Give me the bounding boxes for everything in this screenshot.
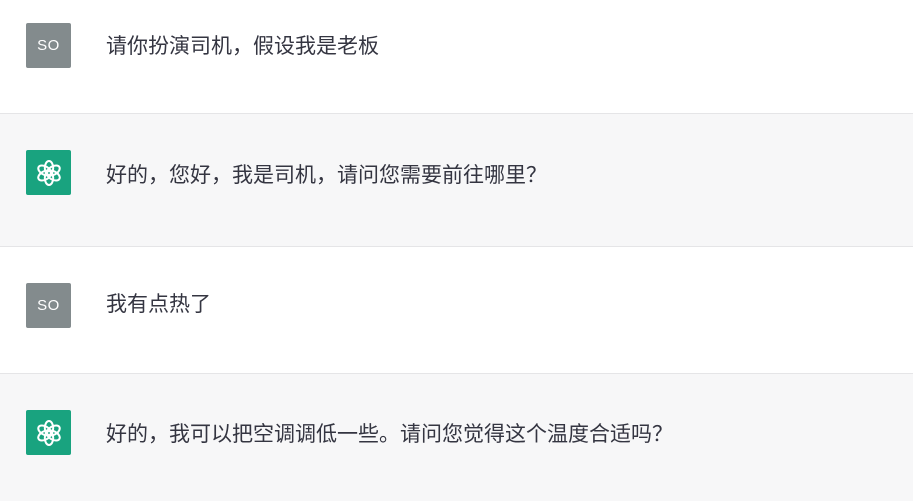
assistant-message: 好的，您好，我是司机，请问您需要前往哪里？ — [0, 113, 913, 247]
message-text: 请你扮演司机，假设我是老板 — [106, 34, 379, 58]
assistant-message: 好的，我可以把空调调低一些。请问您觉得这个温度合适吗？ — [0, 373, 913, 501]
user-avatar: SO — [26, 283, 71, 328]
message-text: 我有点热了 — [106, 292, 211, 316]
message-text: 好的，您好，我是司机，请问您需要前往哪里？ — [106, 163, 547, 187]
user-avatar: SO — [26, 23, 71, 68]
user-message: SO 我有点热了 — [0, 247, 913, 373]
openai-logo-icon — [36, 419, 61, 446]
user-avatar-initials: SO — [37, 297, 60, 314]
assistant-avatar — [26, 410, 71, 455]
chat-thread: SO 请你扮演司机，假设我是老板 好的，您好，我是司机，请问您需要前往哪里？ S… — [0, 0, 913, 501]
user-message: SO 请你扮演司机，假设我是老板 — [0, 0, 913, 113]
openai-logo-icon — [36, 159, 61, 186]
assistant-avatar — [26, 150, 71, 195]
user-avatar-initials: SO — [37, 37, 60, 54]
message-text: 好的，我可以把空调调低一些。请问您觉得这个温度合适吗？ — [106, 422, 673, 446]
